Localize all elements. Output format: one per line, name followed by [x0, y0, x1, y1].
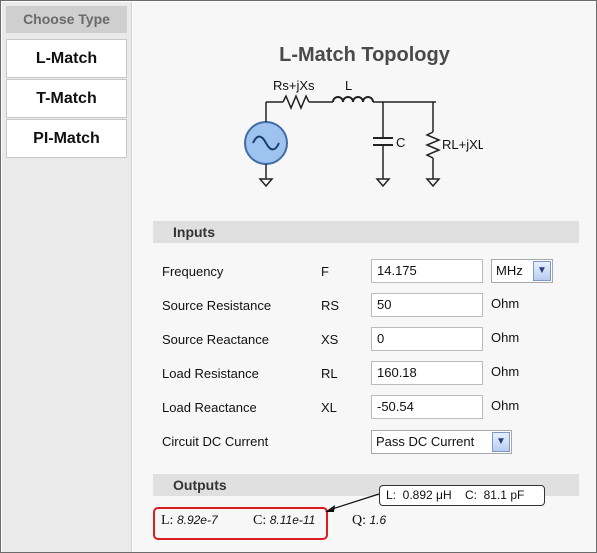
load-reactance-label: Load Reactance [162, 400, 257, 415]
frequency-symbol: F [321, 264, 329, 279]
output-l: L: 8.92e-7 [161, 513, 218, 529]
sidebar-item-l-match[interactable]: L-Match [6, 39, 127, 78]
resistor-icon [282, 94, 310, 110]
load-reactance-unit: Ohm [491, 398, 520, 413]
label-inductor: L [345, 78, 352, 93]
frequency-unit-value: MHz [496, 263, 523, 278]
frequency-unit-select[interactable]: MHz ▼ [491, 259, 553, 283]
ground-icon [258, 178, 274, 188]
source-resistance-input[interactable]: 50 [371, 293, 483, 317]
sidebar-heading: Choose Type [6, 6, 127, 33]
load-resistance-input[interactable]: 160.18 [371, 361, 483, 385]
dc-current-select[interactable]: Pass DC Current ▼ [371, 430, 512, 454]
load-reactance-input[interactable]: -50.54 [371, 395, 483, 419]
main-panel: L-Match Topology Rs+jXs L C RL+jXL Input… [133, 2, 596, 552]
dc-current-value: Pass DC Current [376, 434, 475, 449]
chevron-down-icon[interactable]: ▼ [533, 261, 551, 281]
page-title: L-Match Topology [279, 44, 450, 66]
source-reactance-unit: Ohm [491, 330, 520, 345]
ground-icon [375, 178, 391, 188]
ground-icon [425, 178, 441, 188]
callout-arrow [325, 493, 380, 512]
label-load-impedance: RL+jXL [442, 137, 483, 152]
source-resistance-label: Source Resistance [162, 298, 272, 313]
source-resistance-unit: Ohm [491, 296, 520, 311]
sidebar: Choose Type L-Match T-Match PI-Match [2, 2, 132, 552]
output-c-value: 8.11e-11 [269, 513, 316, 527]
inputs-heading: Inputs [153, 221, 579, 243]
output-l-value: 8.92e-7 [176, 513, 218, 527]
source-reactance-input[interactable]: 0 [371, 327, 483, 351]
dc-current-label: Circuit DC Current [162, 434, 269, 449]
output-l-label: L: [161, 513, 174, 528]
source-reactance-label: Source Reactance [162, 332, 269, 347]
load-reactance-symbol: XL [321, 400, 337, 415]
app-window: Choose Type L-Match T-Match PI-Match L-M… [0, 0, 597, 553]
label-capacitor: C [396, 135, 405, 150]
frequency-input[interactable]: 14.175 [371, 259, 483, 283]
frequency-label: Frequency [162, 264, 224, 279]
sidebar-item-pi-match[interactable]: PI-Match [6, 119, 127, 158]
sidebar-item-t-match[interactable]: T-Match [6, 79, 127, 118]
inductor-icon [332, 96, 374, 103]
output-c: C: 8.11e-11 [253, 513, 315, 529]
output-c-label: C: [253, 513, 267, 528]
load-resistor-icon [425, 131, 441, 159]
circuit-diagram: Rs+jXs L C RL+jXL [244, 78, 483, 188]
load-resistance-label: Load Resistance [162, 366, 259, 381]
chevron-down-icon[interactable]: ▼ [492, 432, 510, 452]
source-reactance-symbol: XS [321, 332, 339, 347]
load-resistance-unit: Ohm [491, 364, 520, 379]
label-source-impedance: Rs+jXs [273, 78, 315, 93]
output-callout: L: 0.892 μH C: 81.1 pF [379, 485, 545, 506]
load-resistance-symbol: RL [321, 366, 338, 381]
source-resistance-symbol: RS [321, 298, 340, 313]
